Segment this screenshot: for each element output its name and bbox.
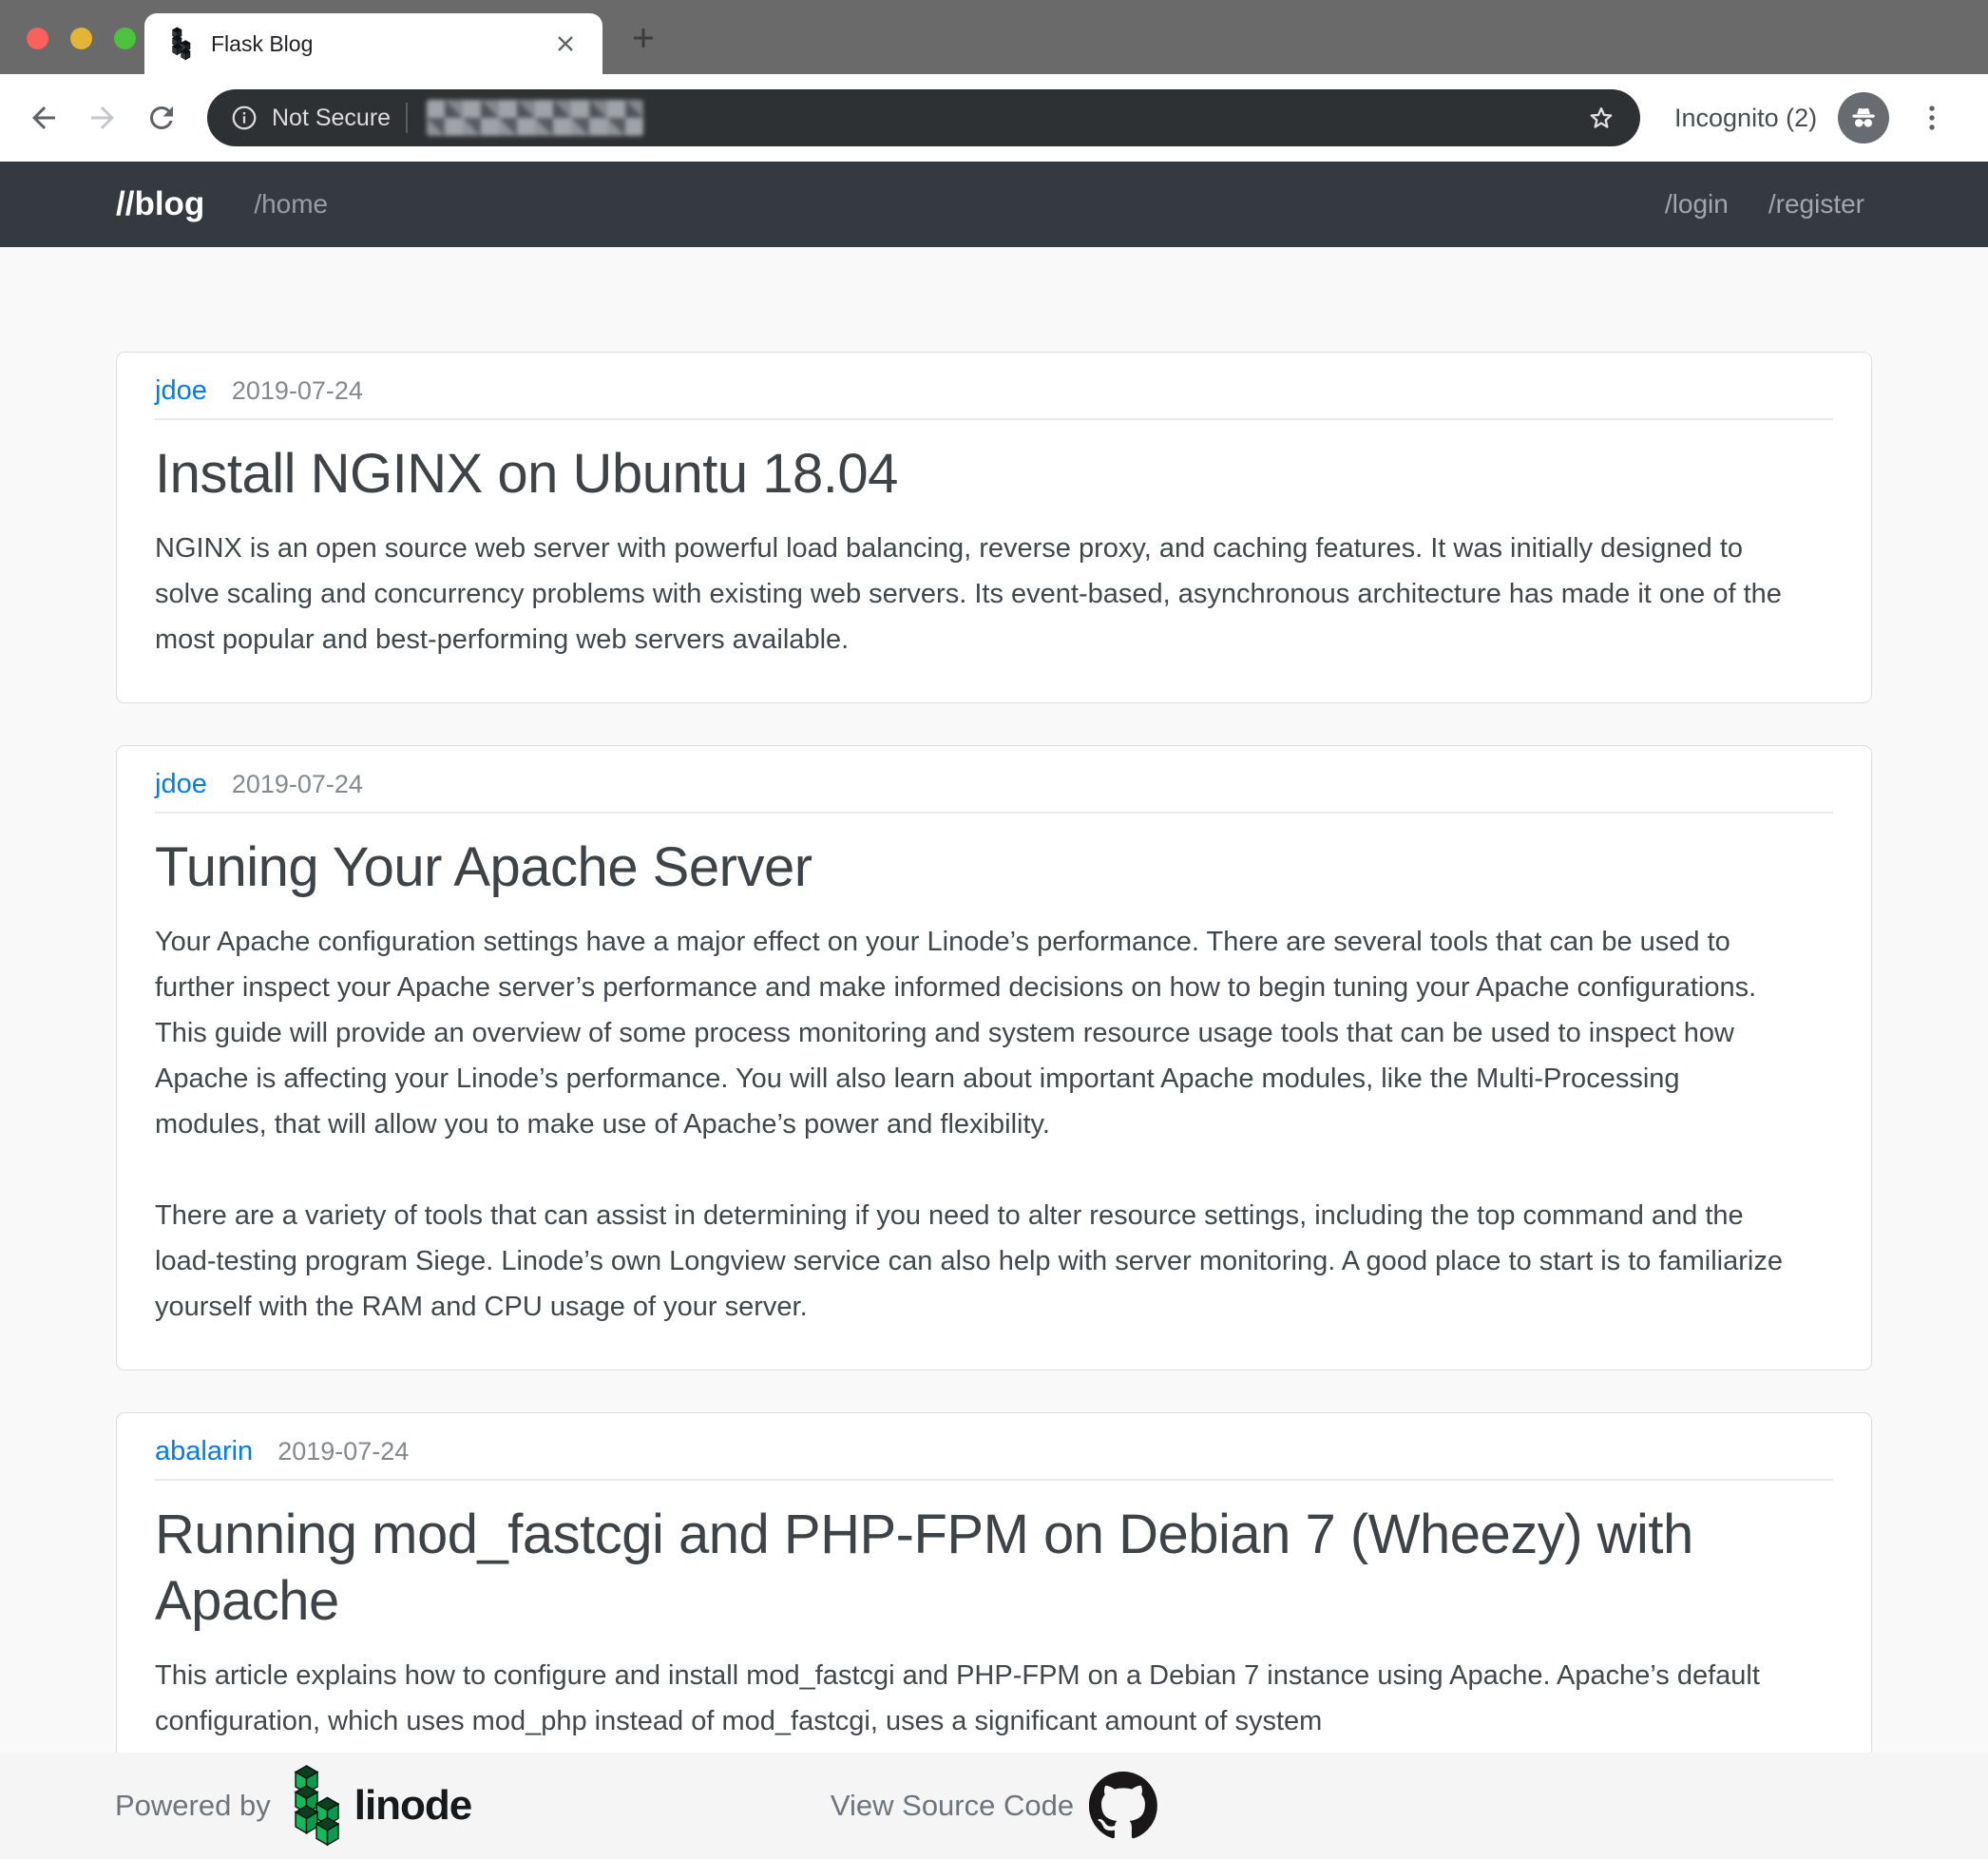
browser-menu-icon[interactable] <box>1916 99 1948 137</box>
page-footer: Powered by linode View Source Code <box>0 1753 1988 1859</box>
tab-title: Flask Blog <box>211 31 551 57</box>
browser-toolbar: Not Secure Incognito (2) <box>0 74 1988 162</box>
linode-favicon-icon <box>167 27 196 61</box>
view-source-link[interactable]: View Source Code <box>831 1789 1074 1823</box>
post-author-link[interactable]: jdoe <box>155 377 207 405</box>
post-paragraph: Your Apache configuration settings have … <box>155 919 1799 1147</box>
nav-link-login[interactable]: /login <box>1665 189 1729 220</box>
post-card: jdoe 2019-07-24 Tuning Your Apache Serve… <box>116 745 1872 1370</box>
post-card: abalarin 2019-07-24 Running mod_fastcgi … <box>116 1412 1872 1786</box>
url-bar[interactable]: Not Secure <box>207 89 1640 146</box>
post-body: NGINX is an open source web server with … <box>155 526 1833 662</box>
linode-cubes-icon <box>288 1764 347 1848</box>
post-meta-divider <box>155 1479 1833 1481</box>
window-minimize-button[interactable] <box>70 28 92 49</box>
window-zoom-button[interactable] <box>114 28 136 49</box>
browser-tab[interactable]: Flask Blog <box>144 13 602 74</box>
powered-by-group: Powered by linode <box>115 1764 471 1848</box>
post-date: 2019-07-24 <box>232 771 363 798</box>
page-content: jdoe 2019-07-24 Install NGINX on Ubuntu … <box>0 247 1988 1859</box>
linode-logo-link[interactable]: linode <box>288 1764 472 1848</box>
new-tab-button[interactable] <box>627 22 659 54</box>
security-label[interactable]: Not Secure <box>272 105 391 132</box>
window-close-button[interactable] <box>27 28 48 49</box>
post-paragraph: NGINX is an open source web server with … <box>155 526 1799 662</box>
post-body: This article explains how to configure a… <box>155 1653 1833 1744</box>
post-body: Your Apache configuration settings have … <box>155 919 1833 1330</box>
bookmark-star-icon[interactable] <box>1585 102 1617 134</box>
url-divider <box>406 103 408 133</box>
linode-wordmark: linode <box>354 1782 472 1830</box>
post-meta-divider <box>155 418 1833 420</box>
post-title: Running mod_fastcgi and PHP-FPM on Debia… <box>155 1502 1694 1637</box>
powered-by-label: Powered by <box>115 1789 271 1823</box>
back-icon[interactable] <box>25 96 63 140</box>
nav-link-home[interactable]: /home <box>254 189 328 220</box>
navbar-right-links: /login /register <box>1665 189 1864 220</box>
tab-close-icon[interactable] <box>551 29 580 58</box>
github-icon[interactable] <box>1089 1772 1157 1840</box>
profile-area: Incognito (2) <box>1674 92 1889 144</box>
post-meta-divider <box>155 812 1833 814</box>
window-controls <box>27 28 136 49</box>
info-icon[interactable] <box>230 104 258 132</box>
post-date: 2019-07-24 <box>277 1438 409 1466</box>
nav-link-register[interactable]: /register <box>1768 189 1864 220</box>
post-paragraph: This article explains how to configure a… <box>155 1653 1799 1744</box>
site-navbar: //blog /home /login /register <box>0 162 1988 247</box>
view-source-group: View Source Code <box>831 1772 1157 1840</box>
post-author-link[interactable]: jdoe <box>155 771 207 798</box>
browser-tab-strip: Flask Blog <box>0 0 1988 74</box>
post-meta: jdoe 2019-07-24 <box>155 377 1833 405</box>
post-meta: abalarin 2019-07-24 <box>155 1438 1833 1466</box>
navbar-brand[interactable]: //blog <box>116 185 204 223</box>
post-card: jdoe 2019-07-24 Install NGINX on Ubuntu … <box>116 352 1872 703</box>
post-meta: jdoe 2019-07-24 <box>155 771 1833 798</box>
incognito-count-label: Incognito (2) <box>1674 104 1817 133</box>
post-date: 2019-07-24 <box>232 377 363 405</box>
incognito-avatar-icon[interactable] <box>1838 92 1889 144</box>
censored-url-text[interactable] <box>427 100 643 136</box>
forward-icon[interactable] <box>84 96 122 140</box>
reload-icon[interactable] <box>143 96 181 140</box>
post-author-link[interactable]: abalarin <box>155 1438 253 1466</box>
post-title: Install NGINX on Ubuntu 18.04 <box>155 441 1694 508</box>
post-paragraph: There are a variety of tools that can as… <box>155 1193 1799 1330</box>
post-title: Tuning Your Apache Server <box>155 834 1694 902</box>
